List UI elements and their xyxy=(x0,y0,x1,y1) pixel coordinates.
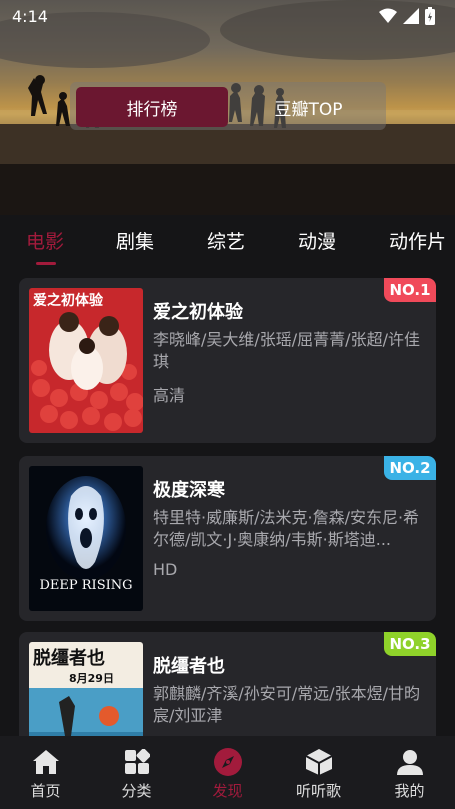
tab-anime[interactable]: 动漫 xyxy=(298,227,336,254)
status-bar: 4:14 xyxy=(0,0,455,32)
movie-card[interactable]: DEEP RISING NO.2 极度深寒 特里特·威廉斯/法米克·詹森/安东尼… xyxy=(19,456,436,621)
movie-poster: DEEP RISING xyxy=(29,466,143,611)
nav-category-label: 分类 xyxy=(121,782,152,800)
rank-badge: NO.2 xyxy=(384,456,436,480)
app-screen: 4:14 排行榜 豆瓣TOP 电影 剧集 综艺 动漫 动作片 爱之初体验 NO.… xyxy=(0,0,455,809)
movie-quality: HD xyxy=(153,560,178,579)
bottom-navigation: 首页 分类 发现 听听歌 我的 xyxy=(0,736,455,809)
compass-icon xyxy=(213,747,243,777)
tab-movies[interactable]: 电影 xyxy=(26,227,64,254)
movie-poster: 脱缰者也 8月29日 xyxy=(29,642,143,736)
douban-top-tab-button[interactable]: 豆瓣TOP xyxy=(236,87,381,127)
grid-icon xyxy=(122,747,152,777)
tab-variety[interactable]: 综艺 xyxy=(207,227,245,254)
cube-icon xyxy=(304,747,334,777)
movie-title: 爱之初体验 xyxy=(153,302,243,323)
poster-title-text: 脱缰者也 xyxy=(33,648,105,669)
poster-date-text: 8月29日 xyxy=(69,672,114,685)
category-tabs: 电影 剧集 综艺 动漫 动作片 xyxy=(0,215,455,272)
poster-title-text: 爱之初体验 xyxy=(33,293,103,309)
nav-discover[interactable]: 发现 xyxy=(182,736,273,809)
movie-title: 脱缰者也 xyxy=(153,656,225,677)
movie-card[interactable]: 脱缰者也 8月29日 NO.3 脱缰者也 郭麒麟/齐溪/孙安可/常远/张本煜/甘… xyxy=(19,632,436,736)
user-icon xyxy=(395,747,425,777)
battery-icon xyxy=(425,7,435,25)
movie-poster: 爱之初体验 xyxy=(29,288,143,433)
nav-music-label: 听听歌 xyxy=(295,782,341,800)
movie-cast: 特里特·威廉斯/法米克·詹森/安东尼·希尔德/凯文·J·奥康纳/韦斯·斯塔迪..… xyxy=(153,508,420,549)
nav-category[interactable]: 分类 xyxy=(91,736,182,809)
status-time: 4:14 xyxy=(12,6,48,26)
home-icon xyxy=(31,747,61,777)
tab-action[interactable]: 动作片 xyxy=(389,227,446,254)
signal-icon xyxy=(403,8,419,24)
poster-title-text: DEEP RISING xyxy=(39,578,133,593)
movie-title: 极度深寒 xyxy=(153,480,225,501)
movie-cast: 郭麒麟/齐溪/孙安可/常远/张本煜/甘昀宸/刘亚津 xyxy=(153,684,420,725)
nav-music[interactable]: 听听歌 xyxy=(273,736,364,809)
movie-cast: 李晓峰/吴大维/张瑶/屈菁菁/张超/许佳琪 xyxy=(153,330,420,371)
status-icons xyxy=(379,7,435,25)
ranking-tab-button[interactable]: 排行榜 xyxy=(76,87,228,127)
movie-card[interactable]: 爱之初体验 NO.1 爱之初体验 李晓峰/吴大维/张瑶/屈菁菁/张超/许佳琪 高… xyxy=(19,278,436,443)
active-tab-indicator xyxy=(36,262,56,265)
tab-tv-series[interactable]: 剧集 xyxy=(116,227,154,254)
hero-banner: 4:14 排行榜 豆瓣TOP xyxy=(0,0,455,215)
nav-home[interactable]: 首页 xyxy=(0,736,91,809)
nav-discover-label: 发现 xyxy=(212,782,243,800)
movie-quality: 高清 xyxy=(153,386,186,405)
nav-home-label: 首页 xyxy=(30,782,61,800)
rank-badge: NO.1 xyxy=(384,278,436,302)
ranking-switcher: 排行榜 豆瓣TOP xyxy=(70,82,386,130)
rank-badge: NO.3 xyxy=(384,632,436,656)
movie-list[interactable]: 爱之初体验 NO.1 爱之初体验 李晓峰/吴大维/张瑶/屈菁菁/张超/许佳琪 高… xyxy=(0,272,455,736)
nav-profile[interactable]: 我的 xyxy=(364,736,455,809)
wifi-icon xyxy=(379,8,397,23)
nav-profile-label: 我的 xyxy=(394,782,425,800)
